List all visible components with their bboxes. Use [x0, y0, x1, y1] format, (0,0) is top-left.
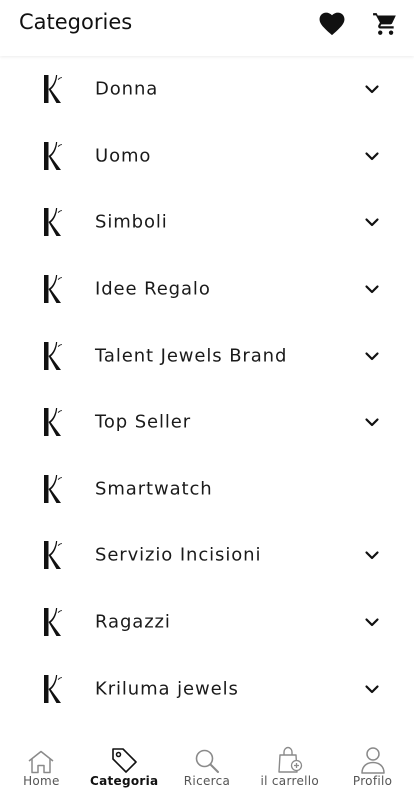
cart-button[interactable]	[370, 10, 400, 38]
nav-cart[interactable]: il carrello	[248, 736, 331, 800]
chevron-down-icon[interactable]	[363, 546, 381, 564]
profile-icon	[360, 747, 385, 774]
brand-k-logo-icon	[44, 541, 62, 570]
search-icon	[195, 749, 219, 773]
chevron-down-icon[interactable]	[363, 613, 381, 631]
chevron-down-icon[interactable]	[363, 347, 381, 365]
tag-icon	[112, 748, 137, 773]
nav-home[interactable]: Home	[0, 736, 83, 800]
category-label: Uomo	[95, 145, 152, 167]
brand-k-logo-icon	[44, 408, 62, 437]
category-row[interactable]: Ragazzi	[0, 589, 414, 656]
nav-profilo-label: Profilo	[352, 774, 393, 788]
chevron-down-icon[interactable]	[363, 80, 381, 98]
app-screen: Categories Donna Uomo Simboli Idee Regalo Ta…	[0, 0, 414, 800]
shopping-bag-icon	[278, 746, 302, 773]
category-row[interactable]: Idee Regalo	[0, 256, 414, 323]
chevron-down-icon[interactable]	[363, 213, 381, 231]
page-title: Categories	[19, 10, 133, 34]
category-row[interactable]: Simboli	[0, 189, 414, 256]
nav-categoria[interactable]: Categoria	[83, 736, 166, 800]
brand-k-logo-icon	[44, 141, 62, 170]
brand-k-logo-icon	[44, 474, 62, 503]
shopping-cart-icon	[373, 13, 396, 35]
chevron-down-icon[interactable]	[363, 413, 381, 431]
brand-k-logo-icon	[44, 674, 62, 703]
category-row[interactable]: Kriluma jewels	[0, 655, 414, 722]
category-list: Donna Uomo Simboli Idee Regalo Talent Jewels…	[0, 56, 414, 722]
nav-ricerca-label: Ricerca	[183, 774, 231, 788]
top-app-bar: Categories	[0, 0, 414, 56]
category-row[interactable]: Talent Jewels Brand	[0, 322, 414, 389]
nav-home-label: Home	[23, 774, 60, 788]
chevron-down-icon[interactable]	[363, 280, 381, 298]
category-label: Servizio Incisioni	[95, 544, 262, 566]
category-label: Idee Regalo	[95, 278, 211, 300]
heart-icon	[319, 12, 345, 36]
category-label: Simboli	[95, 211, 168, 233]
category-label: Talent Jewels Brand	[95, 345, 288, 367]
brand-k-logo-icon	[44, 208, 62, 237]
nav-cart-label: il carrello	[260, 774, 320, 788]
brand-k-logo-icon	[44, 75, 62, 104]
category-label: Donna	[95, 78, 159, 100]
category-label: Top Seller	[95, 411, 192, 433]
category-row[interactable]: Top Seller	[0, 389, 414, 456]
nav-ricerca[interactable]: Ricerca	[166, 736, 249, 800]
nav-categoria-label: Categoria	[89, 774, 159, 788]
home-icon	[28, 750, 54, 774]
chevron-down-icon[interactable]	[363, 680, 381, 698]
category-row[interactable]: Donna	[0, 56, 414, 123]
bottom-navigation: Home Categoria Ricerca il carrello Profi…	[0, 736, 414, 800]
brand-k-logo-icon	[44, 275, 62, 304]
category-row[interactable]: Uomo	[0, 123, 414, 190]
brand-k-logo-icon	[44, 341, 62, 370]
nav-profilo[interactable]: Profilo	[331, 736, 414, 800]
category-label: Kriluma jewels	[95, 678, 239, 700]
favorites-button[interactable]	[317, 10, 347, 38]
category-label: Ragazzi	[95, 611, 171, 633]
category-row[interactable]: Servizio Incisioni	[0, 522, 414, 589]
chevron-down-icon[interactable]	[363, 147, 381, 165]
brand-k-logo-icon	[44, 608, 62, 637]
category-row[interactable]: Smartwatch	[0, 456, 414, 523]
category-label: Smartwatch	[95, 478, 213, 500]
